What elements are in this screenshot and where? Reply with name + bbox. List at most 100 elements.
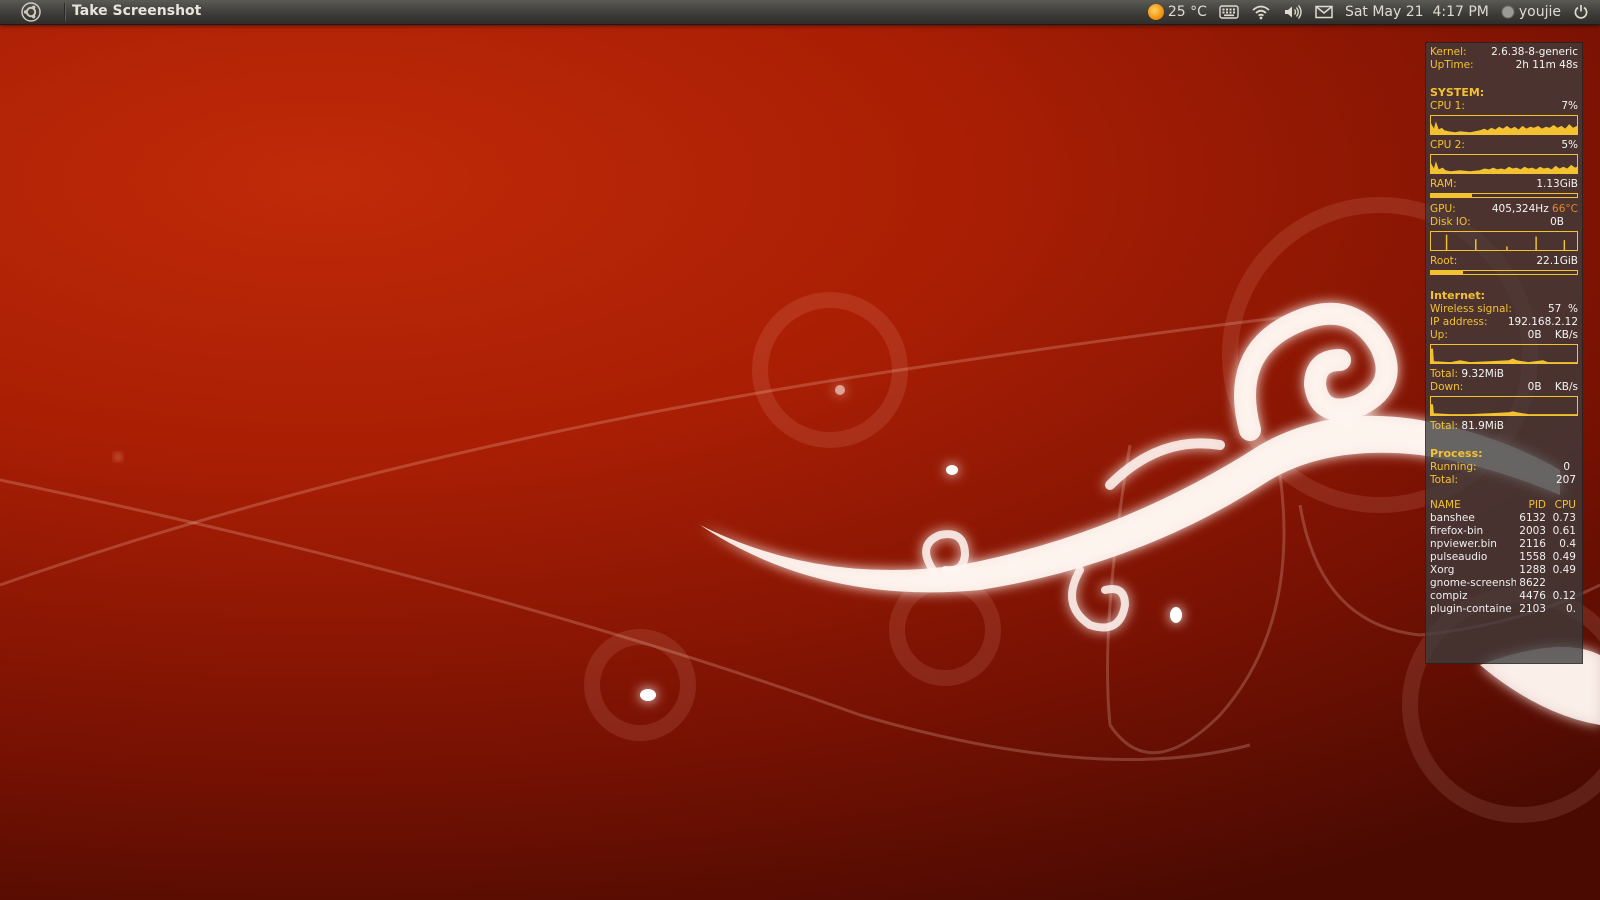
disk-graph bbox=[1430, 231, 1578, 251]
table-row: firefox-bin 2003 0.61 bbox=[1430, 525, 1578, 538]
table-row: plugin-containe 2103 0. bbox=[1430, 603, 1578, 616]
root-bar bbox=[1430, 270, 1578, 275]
wifi-icon bbox=[1252, 5, 1270, 20]
process-name: plugin-containe bbox=[1430, 603, 1512, 615]
kernel-label: Kernel: bbox=[1430, 46, 1467, 58]
session-indicator[interactable] bbox=[1570, 0, 1592, 24]
weather-temperature: 25 °C bbox=[1167, 4, 1207, 20]
process-name: gnome-screensho bbox=[1430, 577, 1516, 589]
ip-label: IP address: bbox=[1430, 316, 1488, 328]
root-label: Root: bbox=[1430, 255, 1458, 267]
process-pid: 8622 bbox=[1519, 577, 1546, 589]
process-heading: Process: bbox=[1430, 447, 1483, 460]
ip-row: IP address: 192.168.2.12 bbox=[1430, 316, 1578, 329]
kernel-value: 2.6.38-8-generic bbox=[1491, 46, 1578, 58]
process-name: banshee bbox=[1430, 512, 1475, 524]
cpu1-value: 7% bbox=[1561, 100, 1578, 112]
user-indicator[interactable]: youjie bbox=[1498, 0, 1564, 24]
weather-indicator[interactable]: 25 °C bbox=[1145, 0, 1210, 24]
down-row: Down: 0B KB/s bbox=[1430, 381, 1578, 394]
conky-system-monitor: Kernel: 2.6.38-8-generic UpTime: 2h 11m … bbox=[1425, 42, 1583, 664]
pid-column-header: PID bbox=[1528, 499, 1546, 511]
cpu1-row: CPU 1: 7% bbox=[1430, 100, 1578, 113]
process-name: pulseaudio bbox=[1430, 551, 1488, 563]
cpu1-graph bbox=[1430, 115, 1578, 135]
cpu2-value: 5% bbox=[1561, 139, 1578, 151]
process-name: firefox-bin bbox=[1430, 525, 1484, 537]
process-pid: 2103 bbox=[1519, 603, 1546, 615]
up-total-value: 9.32MiB bbox=[1461, 368, 1504, 380]
process-pid: 6132 bbox=[1519, 512, 1546, 524]
ram-bar bbox=[1430, 193, 1578, 198]
process-name: compiz bbox=[1430, 590, 1468, 602]
process-cpu: 0.49 bbox=[1552, 564, 1576, 576]
uptime-value: 2h 11m 48s bbox=[1515, 59, 1578, 71]
process-pid: 2003 bbox=[1519, 525, 1546, 537]
datetime: Sat May 21 4:17 PM bbox=[1344, 4, 1489, 20]
cpu2-label: CPU 2: bbox=[1430, 139, 1465, 151]
total-process-value: 207 bbox=[1555, 474, 1576, 486]
down-total-row: Total: 81.9MiB bbox=[1430, 420, 1578, 433]
table-row: banshee 6132 0.73 bbox=[1430, 512, 1578, 525]
process-cpu: 0.12 bbox=[1552, 590, 1576, 602]
process-pid: 4476 bbox=[1519, 590, 1546, 602]
process-pid: 2116 bbox=[1519, 538, 1546, 550]
keyboard-indicator[interactable] bbox=[1216, 0, 1242, 24]
process-cpu: 0.61 bbox=[1552, 525, 1576, 537]
network-indicator[interactable] bbox=[1248, 0, 1274, 24]
up-total-label: Total: bbox=[1430, 368, 1459, 380]
system-heading: SYSTEM: bbox=[1430, 86, 1485, 99]
down-label: Down: bbox=[1430, 381, 1464, 393]
keyboard-icon bbox=[1219, 5, 1239, 19]
up-row: Up: 0B KB/s bbox=[1430, 329, 1578, 342]
indicator-area: 25 °C Sat May 21 4:17 PM youjie bbox=[1145, 0, 1592, 24]
gpu-value: 405,324Hz bbox=[1491, 203, 1549, 215]
running-value: 0 bbox=[1563, 461, 1570, 473]
uptime-label: UpTime: bbox=[1430, 59, 1474, 71]
active-app-title: Take Screenshot bbox=[72, 3, 202, 19]
table-row: gnome-screensho 8622 bbox=[1430, 577, 1578, 590]
process-pid: 1558 bbox=[1519, 551, 1546, 563]
total-process-label: Total: bbox=[1430, 474, 1459, 486]
clock-indicator[interactable]: Sat May 21 4:17 PM bbox=[1342, 0, 1492, 24]
power-icon bbox=[1574, 5, 1588, 19]
table-row: compiz 4476 0.12 bbox=[1430, 590, 1578, 603]
process-table: banshee 6132 0.73 firefox-bin 2003 0.61 … bbox=[1430, 512, 1578, 616]
upload-graph bbox=[1430, 344, 1578, 364]
volume-icon bbox=[1284, 5, 1302, 19]
sun-icon bbox=[1147, 4, 1164, 20]
name-column-header: NAME bbox=[1430, 499, 1461, 511]
wireless-label: Wireless signal: bbox=[1430, 303, 1512, 315]
down-total-label: Total: bbox=[1430, 420, 1459, 432]
wireless-value: 57 % bbox=[1547, 303, 1578, 315]
process-cpu: 0.4 bbox=[1559, 538, 1576, 550]
running-row: Running: 0 bbox=[1430, 461, 1578, 474]
sound-indicator[interactable] bbox=[1280, 0, 1306, 24]
up-total-row: Total: 9.32MiB bbox=[1430, 368, 1578, 381]
top-panel: Take Screenshot 25 °C Sat May 21 4:17 PM… bbox=[0, 0, 1600, 25]
wireless-row: Wireless signal: 57 % bbox=[1430, 303, 1578, 316]
down-value: 0B KB/s bbox=[1527, 381, 1578, 393]
ram-label: RAM: bbox=[1430, 178, 1457, 190]
envelope-icon bbox=[1315, 5, 1333, 19]
gpu-row: GPU: 405,324Hz 66°C bbox=[1430, 203, 1578, 216]
down-total-value: 81.9MiB bbox=[1461, 420, 1504, 432]
up-value: 0B KB/s bbox=[1527, 329, 1578, 341]
gpu-temp: 66°C bbox=[1552, 203, 1578, 215]
process-cpu: 0.73 bbox=[1552, 512, 1576, 524]
internet-heading: Internet: bbox=[1430, 289, 1486, 302]
ram-value: 1.13GiB bbox=[1536, 178, 1578, 190]
kernel-row: Kernel: 2.6.38-8-generic bbox=[1430, 46, 1578, 59]
download-graph bbox=[1430, 396, 1578, 416]
root-row: Root: 22.1GiB bbox=[1430, 255, 1578, 268]
process-name: npviewer.bin bbox=[1430, 538, 1497, 550]
process-cpu: 0. bbox=[1565, 603, 1576, 615]
disk-value: 0B bbox=[1550, 216, 1564, 228]
messaging-indicator[interactable] bbox=[1312, 0, 1336, 24]
panel-separator bbox=[64, 3, 66, 21]
uptime-row: UpTime: 2h 11m 48s bbox=[1430, 59, 1578, 72]
ubuntu-logo-icon[interactable] bbox=[21, 2, 41, 22]
cpu2-row: CPU 2: 5% bbox=[1430, 139, 1578, 152]
up-label: Up: bbox=[1430, 329, 1448, 341]
root-value: 22.1GiB bbox=[1536, 255, 1578, 267]
